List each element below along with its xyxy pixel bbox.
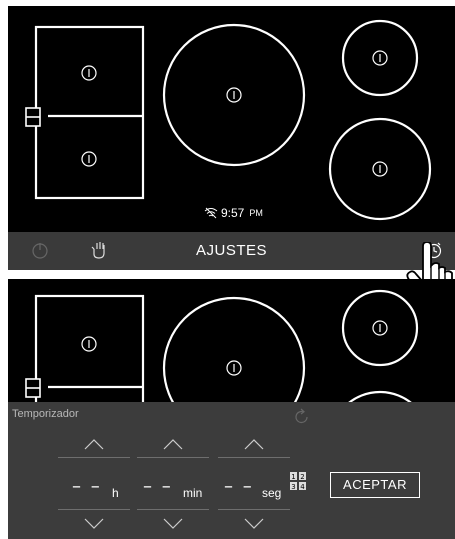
info-icon[interactable] <box>81 65 97 81</box>
chevron-up-icon[interactable] <box>163 438 183 450</box>
svg-text:1: 1 <box>291 473 295 481</box>
bar-title[interactable]: AJUSTES <box>8 242 455 259</box>
chevron-down-icon[interactable] <box>244 518 264 530</box>
keypad-icon[interactable]: 1 2 3 4 <box>290 472 306 490</box>
bridge-zone-outline[interactable] <box>34 25 145 200</box>
chevron-down-icon[interactable] <box>163 518 183 530</box>
hours-value: – – <box>72 476 102 497</box>
clock-ampm: PM <box>249 208 263 218</box>
reset-icon[interactable] <box>293 408 311 426</box>
svg-text:4: 4 <box>300 483 305 490</box>
chevron-up-icon[interactable] <box>244 438 264 450</box>
svg-text:2: 2 <box>300 473 304 481</box>
seconds-value: – – <box>224 476 254 497</box>
info-icon[interactable] <box>226 360 242 376</box>
hours-unit: h <box>112 486 119 500</box>
info-icon[interactable] <box>81 336 97 352</box>
chevron-down-icon[interactable] <box>84 518 104 530</box>
timer-panel: Temporizador – – h – – min – – seg 1 2 3… <box>8 402 455 539</box>
chevron-up-icon[interactable] <box>84 438 104 450</box>
bottom-bar: AJUSTES <box>8 232 455 270</box>
accept-button[interactable]: ACEPTAR <box>330 472 420 498</box>
clock-time: 9:57 <box>221 206 245 220</box>
wifi-off-icon <box>204 207 218 219</box>
minutes-value: – – <box>143 476 173 497</box>
minutes-spinner[interactable]: – – min <box>137 436 209 536</box>
cooktop-screen-main: 9:57 PM AJUSTES <box>8 6 455 270</box>
svg-text:3: 3 <box>291 483 295 490</box>
cooking-zones <box>25 19 432 221</box>
status-clock: 9:57 PM <box>204 206 263 220</box>
info-icon[interactable] <box>372 161 388 177</box>
minutes-unit: min <box>183 486 203 500</box>
info-icon[interactable] <box>372 50 388 66</box>
info-icon[interactable] <box>226 87 242 103</box>
seconds-unit: seg <box>262 486 282 500</box>
zone-medium-bottom-right[interactable] <box>330 390 430 402</box>
cooktop-screen-timer: Temporizador – – h – – min – – seg 1 2 3… <box>8 279 455 539</box>
info-icon[interactable] <box>372 320 388 336</box>
info-icon[interactable] <box>81 151 97 167</box>
hours-spinner[interactable]: – – h <box>58 436 130 536</box>
cooking-zones <box>25 289 430 402</box>
timer-label: Temporizador <box>12 408 79 420</box>
seconds-spinner[interactable]: – – seg <box>218 436 290 536</box>
zone-large-center[interactable] <box>162 296 306 402</box>
